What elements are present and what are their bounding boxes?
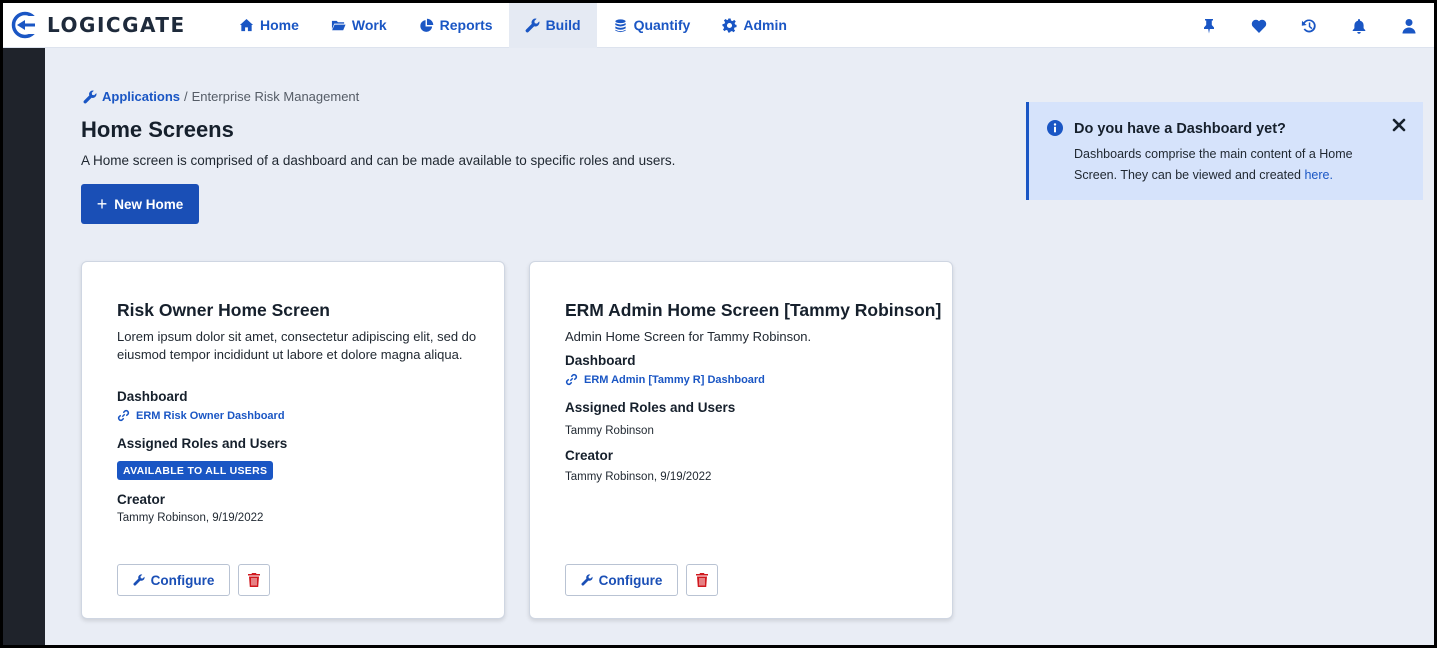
info-title: Do you have a Dashboard yet? <box>1074 121 1286 137</box>
gear-icon <box>722 17 737 33</box>
dashboard-link-text: ERM Risk Owner Dashboard <box>136 409 285 422</box>
nav-quantify[interactable]: Quantify <box>597 3 707 48</box>
card-description: Admin Home Screen for Tammy Robinson. <box>565 329 812 344</box>
breadcrumb-applications-link[interactable]: Applications <box>102 89 180 104</box>
wrench-icon <box>581 574 593 586</box>
home-icon <box>239 18 254 31</box>
nav-quantify-label: Quantify <box>633 17 691 33</box>
nav-build[interactable]: Build <box>508 3 597 48</box>
coins-icon <box>614 18 626 32</box>
nav-home-label: Home <box>260 17 299 33</box>
configure-button[interactable]: Configure <box>565 564 678 596</box>
wrench-icon <box>83 90 97 103</box>
roles-label: Assigned Roles and Users <box>117 436 288 451</box>
pin-icon <box>1204 18 1214 33</box>
bell-icon <box>1352 18 1366 34</box>
wrench-icon <box>525 18 539 32</box>
new-home-button[interactable]: + New Home <box>81 184 199 224</box>
dashboard-link[interactable]: ERM Admin [Tammy R] Dashboard <box>565 373 765 386</box>
breadcrumb-current: Enterprise Risk Management <box>191 89 360 104</box>
info-here-link[interactable]: here. <box>1304 168 1333 182</box>
link-icon <box>565 373 578 386</box>
top-navbar: LOGICGATE Home Work Reports Build Quanti… <box>3 3 1434 48</box>
info-icon <box>1047 120 1063 136</box>
card-title: Risk Owner Home Screen <box>117 300 330 320</box>
nav-right-actions <box>1184 3 1434 48</box>
user-icon <box>1402 18 1416 33</box>
trash-icon <box>696 573 708 587</box>
pin-button[interactable] <box>1184 18 1234 34</box>
nav-admin[interactable]: Admin <box>706 3 803 48</box>
roles-label: Assigned Roles and Users <box>565 400 736 415</box>
nav-reports-label: Reports <box>439 17 493 33</box>
configure-button[interactable]: Configure <box>117 564 230 596</box>
wrench-icon <box>133 574 145 586</box>
pie-chart-icon <box>419 18 433 32</box>
nav-reports[interactable]: Reports <box>403 3 509 48</box>
dashboard-info-banner: Do you have a Dashboard yet? Dashboards … <box>1026 102 1423 200</box>
status-badge: AVAILABLE TO ALL USERS <box>117 461 274 480</box>
link-icon <box>117 409 130 422</box>
dashboard-link[interactable]: ERM Risk Owner Dashboard <box>117 409 285 422</box>
history-icon <box>1301 18 1316 32</box>
home-screen-card: ERM Admin Home Screen [Tammy Robinson] A… <box>529 261 953 619</box>
nav-work-label: Work <box>351 17 387 33</box>
page-description: A Home screen is comprised of a dashboar… <box>81 153 676 168</box>
favorites-button[interactable] <box>1234 18 1284 34</box>
app-frame: LOGICGATE Home Work Reports Build Quanti… <box>3 3 1434 645</box>
nav-work[interactable]: Work <box>315 3 403 48</box>
close-icon[interactable] <box>1392 118 1406 132</box>
configure-label: Configure <box>150 572 215 588</box>
configure-label: Configure <box>598 572 663 588</box>
breadcrumb-separator: / <box>184 89 188 104</box>
nav-home[interactable]: Home <box>223 3 315 48</box>
dashboard-label: Dashboard <box>565 353 636 368</box>
new-home-label: New Home <box>114 196 184 212</box>
trash-icon <box>248 573 260 587</box>
logicgate-logo-icon <box>11 11 39 39</box>
creator-label: Creator <box>117 492 166 507</box>
history-button[interactable] <box>1284 18 1334 34</box>
roles-value: Tammy Robinson <box>565 425 654 437</box>
nav-admin-label: Admin <box>743 17 787 33</box>
card-description: Lorem ipsum dolor sit amet, consectetur … <box>117 329 477 362</box>
left-sidebar <box>3 48 45 645</box>
breadcrumb: Applications / Enterprise Risk Managemen… <box>83 89 359 104</box>
dashboard-label: Dashboard <box>117 389 188 404</box>
delete-button[interactable] <box>238 564 270 596</box>
card-title: ERM Admin Home Screen [Tammy Robinson] <box>565 300 942 320</box>
home-screen-card: Risk Owner Home Screen Lorem ipsum dolor… <box>81 261 505 619</box>
user-menu-button[interactable] <box>1384 18 1434 34</box>
plus-icon: + <box>96 194 108 214</box>
delete-button[interactable] <box>686 564 718 596</box>
creator-value: Tammy Robinson, 9/19/2022 <box>565 471 712 483</box>
dashboard-link-text: ERM Admin [Tammy R] Dashboard <box>584 373 765 386</box>
info-text: Dashboards comprise the main content of … <box>1074 144 1394 186</box>
brand-name: LOGICGATE <box>47 13 186 37</box>
notifications-button[interactable] <box>1334 18 1384 34</box>
folder-icon <box>331 20 346 30</box>
creator-label: Creator <box>565 448 614 463</box>
creator-value: Tammy Robinson, 9/19/2022 <box>117 512 264 524</box>
logo[interactable]: LOGICGATE <box>11 11 223 39</box>
page-title: Home Screens <box>81 117 234 142</box>
nav-build-label: Build <box>545 17 581 33</box>
main-nav: Home Work Reports Build Quantify Admin <box>223 3 803 48</box>
heart-icon <box>1251 19 1267 33</box>
